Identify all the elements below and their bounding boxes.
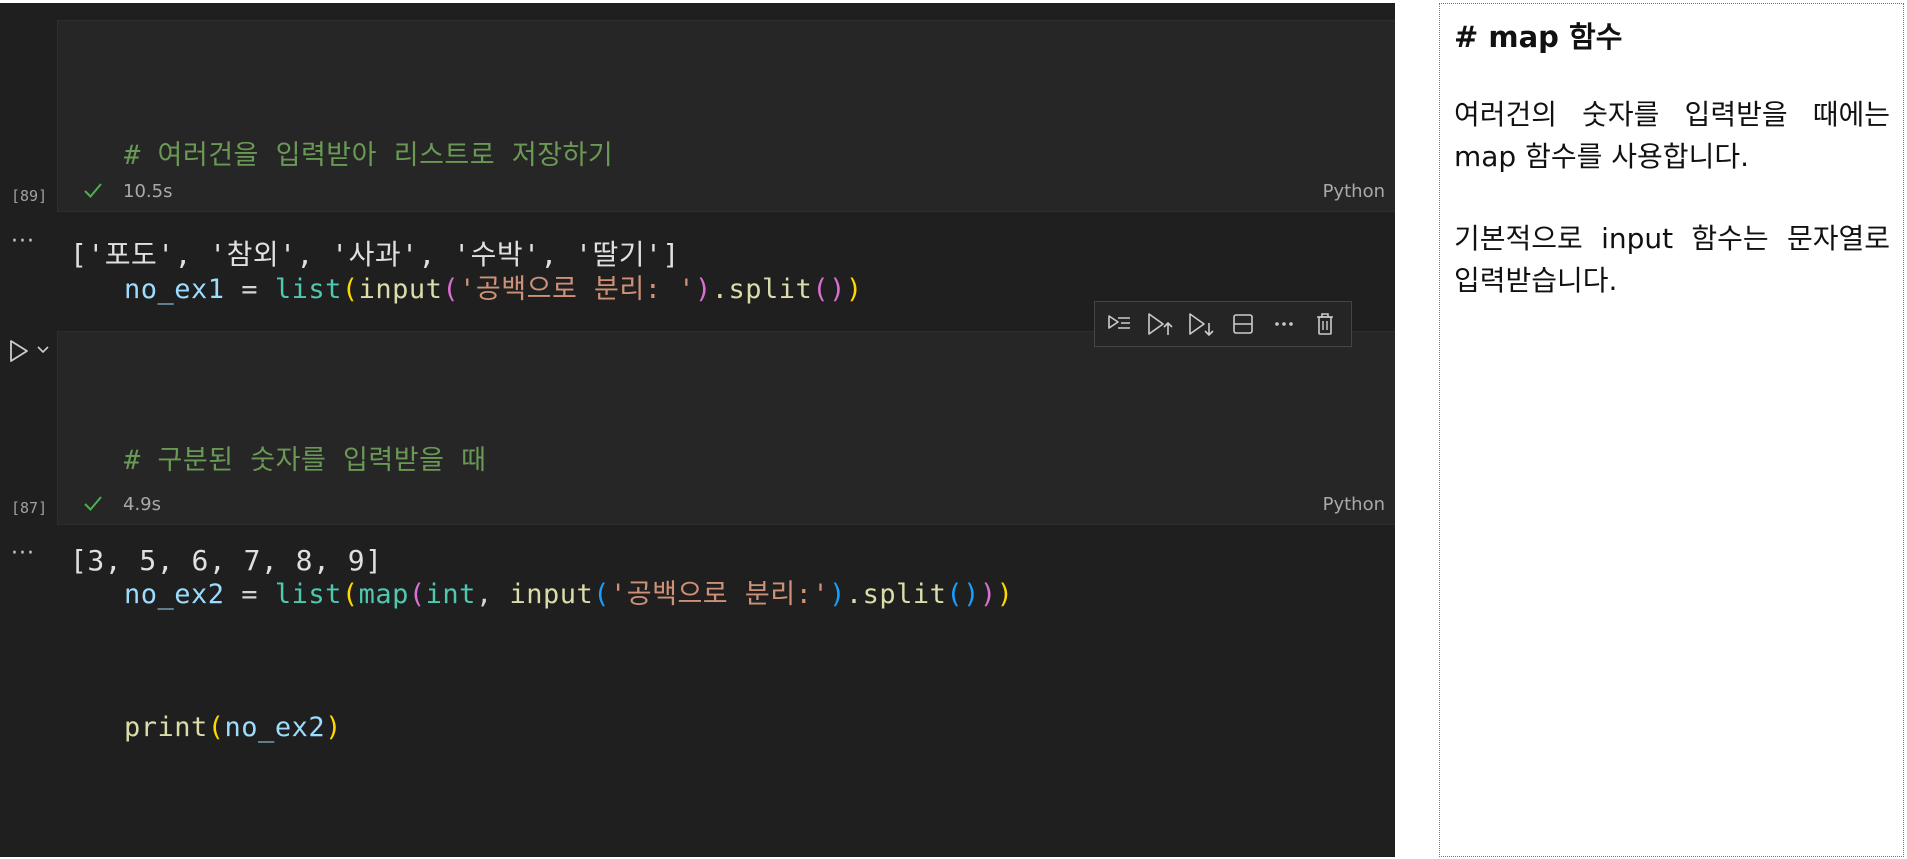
more-actions-button[interactable] (1269, 304, 1310, 344)
code-comma: , (475, 578, 510, 610)
notes-title: # map 함수 (1454, 20, 1623, 54)
run-cell-icon[interactable] (8, 338, 30, 364)
cell-output: [3, 5, 6, 7, 8, 9] (70, 544, 383, 577)
code-builtin: int (425, 578, 476, 610)
check-icon (84, 496, 102, 511)
code-comment: # 구분된 숫자를 입력받을 때 (124, 445, 487, 476)
code-line: no_ex2 = list(map(int, input('공백으로 분리:')… (124, 573, 1013, 618)
code-string: '공백으로 분리: ' (459, 273, 695, 305)
code-builtin: map (358, 578, 409, 610)
code-variable: no_ex1 (124, 273, 225, 305)
code-line: no_ex1 = list(input('공백으로 분리: ').split()… (124, 268, 863, 313)
execution-time: 10.5s (123, 181, 173, 202)
code-paren: ( (207, 712, 225, 743)
code-paren: ( (341, 578, 359, 610)
code-method: .split (711, 273, 813, 305)
code-variable: no_ex2 (224, 712, 326, 743)
chevron-down-icon[interactable] (36, 344, 50, 356)
code-cell[interactable]: # 여러건을 입력받아 리스트로 저장하기 no_ex1 = list(inpu… (57, 20, 1395, 438)
code-comment: # 여러건을 입력받아 리스트로 저장하기 (124, 140, 614, 171)
cell-status-bar: 10.5s Python (58, 173, 1395, 211)
code-builtin: list (274, 273, 342, 305)
code-paren: ( (593, 578, 611, 610)
split-cell-button[interactable] (1228, 304, 1269, 344)
code-string: '공백으로 분리:' (610, 578, 830, 610)
notes-paragraph: 여러건의 숫자를 입력받을 때에는 map 함수를 사용합니다. (1454, 98, 1890, 173)
code-method: .split (845, 578, 947, 610)
code-paren: ) (695, 273, 712, 305)
code-operator: = (224, 578, 275, 610)
cell-language-picker[interactable]: Python (1323, 181, 1385, 202)
notes-panel: # map 함수 여러건의 숫자를 입력받을 때에는 map 함수를 사용합니다… (1439, 3, 1904, 857)
code-line: # 여러건을 입력받아 리스트로 저장하기 (124, 134, 863, 179)
code-paren: ( (341, 273, 359, 305)
code-operator: = (224, 273, 275, 305)
notes-paragraph: 기본적으로 input 함수는 문자열로 입력받습니다. (1454, 222, 1890, 297)
code-variable: no_ex2 (124, 578, 225, 610)
code-paren: ) (845, 273, 863, 305)
code-function: print (124, 712, 208, 743)
delete-cell-button[interactable] (1310, 304, 1351, 344)
cell-status-bar: 4.9s Python (58, 486, 1395, 524)
code-cell[interactable]: # 구분된 숫자를 입력받을 때 no_ex2 = list(map(int, … (57, 331, 1395, 743)
run-by-line-icon[interactable] (1104, 309, 1134, 339)
code-function: input (358, 273, 443, 305)
code-paren: ( (408, 578, 426, 610)
cell-language-picker[interactable]: Python (1323, 494, 1385, 515)
execution-count: [87] (11, 499, 48, 517)
code-paren: ) (325, 712, 342, 743)
code-line: # 구분된 숫자를 입력받을 때 (124, 439, 1013, 484)
code-paren: () (946, 578, 980, 610)
cell-toolbar (1094, 301, 1352, 347)
code-paren: () (812, 273, 846, 305)
code-paren: ( (442, 273, 460, 305)
code-function: input (509, 578, 594, 610)
code-paren: ) (979, 578, 997, 610)
execution-time: 4.9s (123, 494, 162, 515)
execute-below-icon[interactable] (1186, 309, 1216, 339)
run-by-line-button[interactable] (1104, 304, 1145, 344)
check-icon (84, 183, 102, 198)
execute-below-button[interactable] (1186, 304, 1227, 344)
execute-above-button[interactable] (1145, 304, 1186, 344)
output-more-icon[interactable]: ··· (11, 229, 35, 254)
code-paren: ) (829, 578, 846, 610)
notebook-editor: # 여러건을 입력받아 리스트로 저장하기 no_ex1 = list(inpu… (0, 3, 1395, 857)
code-paren: ) (996, 578, 1014, 610)
code-builtin: list (274, 578, 342, 610)
output-more-icon[interactable]: ··· (11, 541, 35, 566)
delete-cell-icon[interactable] (1310, 309, 1340, 339)
cell-output: ['포도', '참외', '사과', '수박', '딸기'] (70, 238, 680, 271)
code-editor[interactable]: # 구분된 숫자를 입력받을 때 no_ex2 = list(map(int, … (124, 350, 1013, 840)
code-line: print(no_ex2) (124, 706, 1013, 751)
split-cell-icon[interactable] (1228, 309, 1258, 339)
execute-above-icon[interactable] (1145, 309, 1175, 339)
run-cell-area[interactable] (8, 338, 54, 368)
more-actions-icon[interactable] (1269, 309, 1299, 339)
execution-count: [89] (11, 187, 48, 205)
